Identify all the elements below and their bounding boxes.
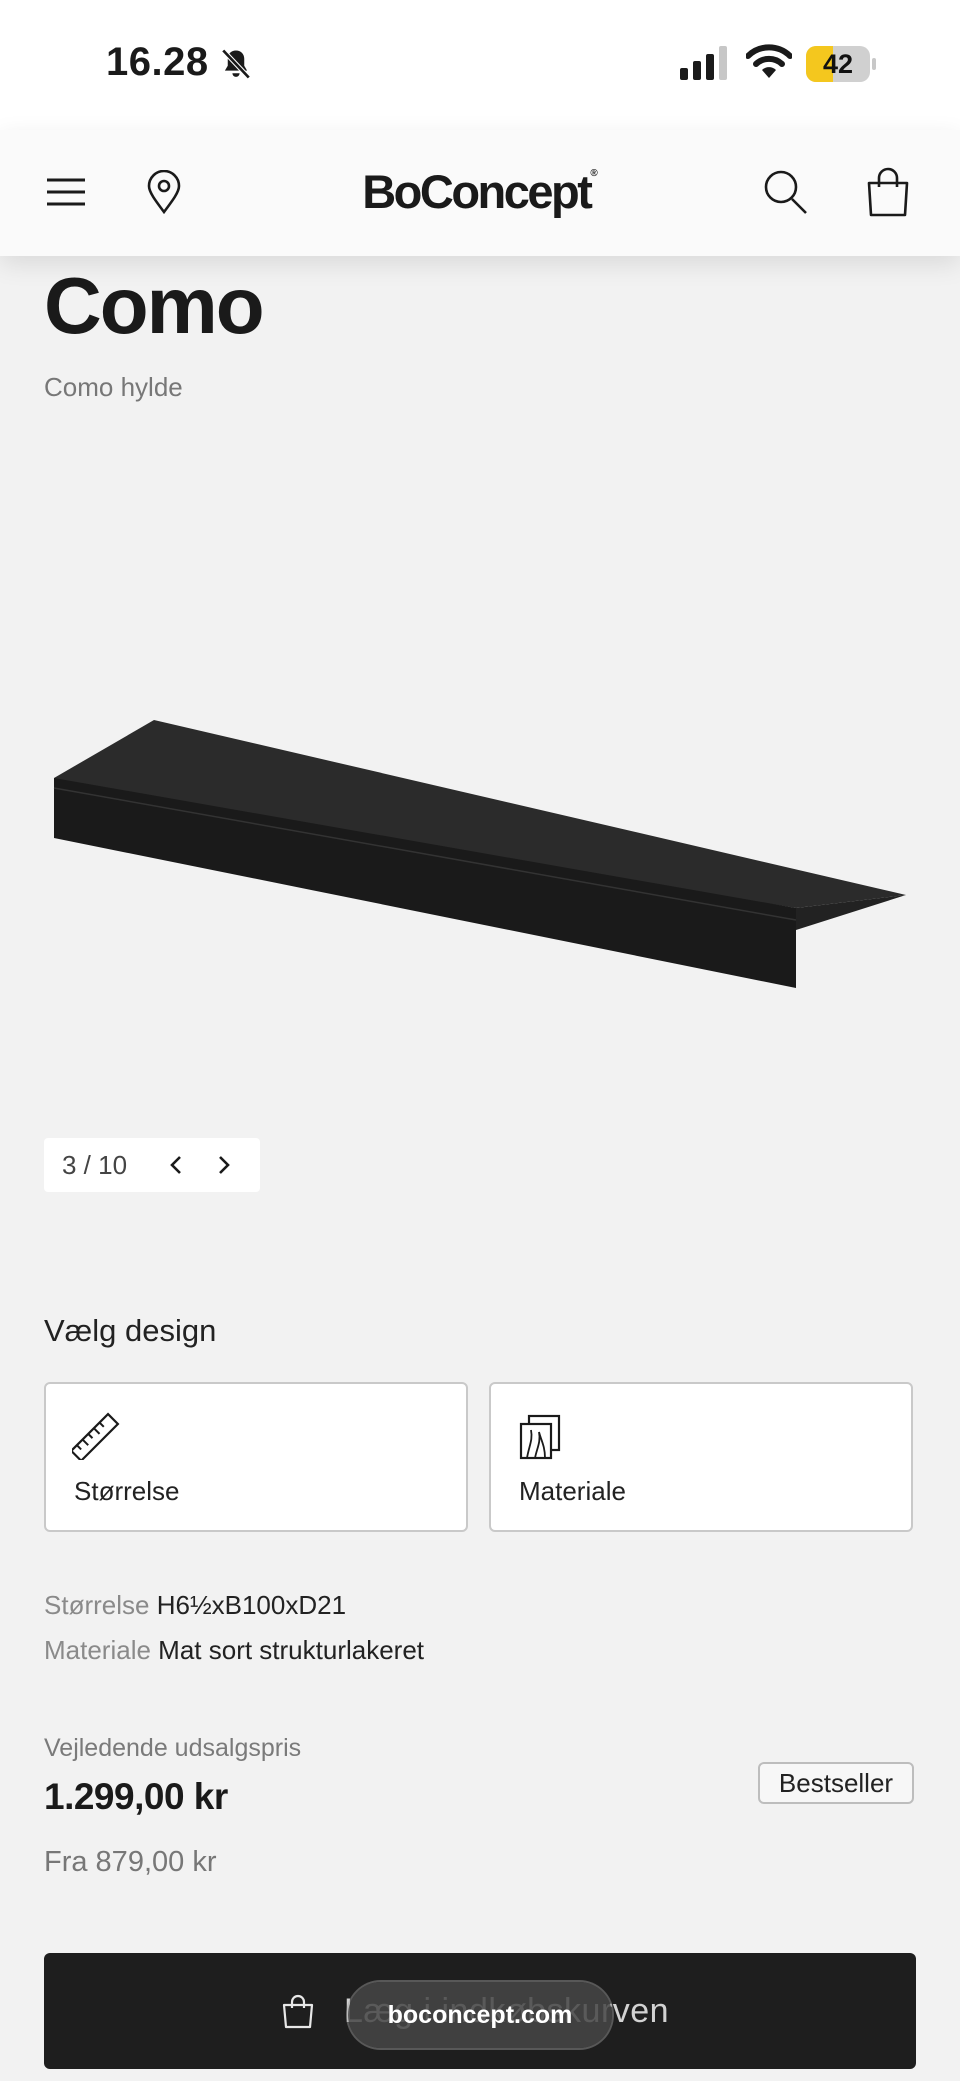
design-option-size[interactable]: Størrelse [44,1382,468,1532]
shopping-bag-icon[interactable] [860,164,916,220]
battery-icon: 42 [806,46,876,82]
bestseller-badge: Bestseller [758,1762,914,1804]
location-pin-icon[interactable] [136,164,192,220]
shopping-bag-icon [282,1994,314,2029]
menu-icon[interactable] [38,164,94,220]
spec-material: Materiale Mat sort strukturlakeret [44,1635,424,1666]
browser-url-pill[interactable]: boconcept.com [348,1982,612,2048]
product-title: Como [44,261,265,350]
ruler-icon [72,1412,120,1460]
cellular-signal-icon [680,46,727,80]
gallery-counter: 3 / 10 [62,1149,128,1180]
status-time: 16.28 [106,40,209,84]
spec-size-label: Størrelse [44,1590,150,1620]
search-icon[interactable] [758,164,814,220]
material-swatch-icon [519,1414,561,1460]
product-subtitle: Como hylde [44,372,183,402]
design-option-material[interactable]: Materiale [489,1382,913,1532]
battery-level: 42 [822,49,854,79]
bell-slash-icon [221,48,251,80]
wifi-icon [746,44,792,78]
design-heading: Vælg design [44,1313,217,1348]
design-option-size-label: Størrelse [74,1476,180,1506]
price-from: Fra 879,00 kr [44,1846,217,1878]
site-header: BoConcept® [0,130,960,256]
design-option-material-label: Materiale [519,1476,626,1506]
spec-material-label: Materiale [44,1635,151,1665]
chevron-left-icon[interactable] [152,1138,200,1192]
price-label: Vejledende udsalgspris [44,1734,302,1762]
spec-size-value: H6½xB100xD21 [156,1590,347,1620]
price: 1.299,00 kr [44,1776,228,1817]
status-bar: 16.28 42 [0,0,960,130]
spec-size: Størrelse H6½xB100xD21 [44,1590,346,1621]
product-image[interactable] [40,700,920,1000]
boconcept-logo[interactable]: BoConcept® [300,164,660,219]
chevron-right-icon[interactable] [200,1138,248,1192]
spec-material-value: Mat sort strukturlakeret [158,1635,425,1665]
gallery-pager: 3 / 10 [44,1138,260,1192]
